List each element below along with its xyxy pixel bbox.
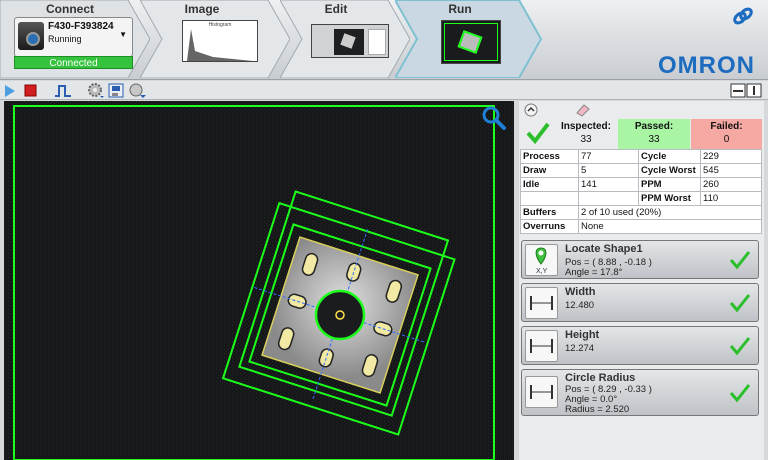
tool-result-line: Radius = 2.520 xyxy=(565,404,630,415)
tool-card-width[interactable]: Width 12.480 xyxy=(521,283,759,322)
edit-thumbnail[interactable] xyxy=(311,24,389,58)
trigger-icon[interactable] xyxy=(53,82,73,99)
stat-label: PPM Worst xyxy=(638,191,701,206)
stat-value: 260 xyxy=(700,177,762,192)
stat-label: PPM xyxy=(638,177,701,192)
results-panel: Inspected: 33 Passed: 33 Failed: 0 Proce… xyxy=(519,101,764,460)
failed-count: Failed: 0 xyxy=(691,119,762,149)
tool-name: Circle Radius xyxy=(565,372,636,384)
eraser-icon[interactable] xyxy=(575,103,591,120)
stat-empty xyxy=(520,191,579,206)
step-image-label: Image xyxy=(184,2,220,16)
stat-value: 141 xyxy=(578,177,639,192)
tool-card-height[interactable]: Height 12.274 xyxy=(521,326,759,365)
magnifier-icon[interactable] xyxy=(482,106,506,133)
tool-card-locate-shape[interactable]: X,Y Locate Shape1 Pos = ( 8.88 , -0.18 )… xyxy=(521,240,759,279)
device-name: F430-F393824 xyxy=(48,21,114,32)
device-state: Running xyxy=(48,34,82,44)
stats-row: PPM Worst 110 xyxy=(520,191,762,206)
stop-icon[interactable] xyxy=(22,82,38,99)
settings-gear-icon[interactable] xyxy=(86,82,106,99)
stat-label: Process xyxy=(520,149,579,164)
timing-stats-table: Process 77 Cycle 229 Draw 5 Cycle Worst … xyxy=(520,149,762,234)
collapse-up-icon[interactable] xyxy=(524,103,538,120)
tool-name: Width xyxy=(565,286,596,298)
display-options-icon[interactable] xyxy=(128,82,148,99)
image-save-icon[interactable] xyxy=(107,82,127,99)
stat-value: 2 of 10 used (20%) xyxy=(578,205,762,220)
tool-result-line: Angle = 17.8° xyxy=(565,267,623,278)
inspected-count: Inspected: 33 xyxy=(560,121,611,145)
stats-row: Process 77 Cycle 229 xyxy=(520,149,762,164)
tool-result-line: 12.480 xyxy=(565,300,595,311)
stat-value: None xyxy=(578,219,762,234)
check-icon xyxy=(728,335,752,360)
step-run[interactable]: Run xyxy=(395,0,545,78)
radius-measure-icon xyxy=(525,376,558,408)
camera-icon xyxy=(18,22,44,50)
circle-radius-region[interactable] xyxy=(314,289,366,341)
device-selector[interactable]: F430-F393824 Running ▼ xyxy=(14,17,133,57)
step-edit[interactable]: Edit xyxy=(280,0,410,78)
link-icon[interactable] xyxy=(732,6,754,29)
run-icon[interactable] xyxy=(3,82,17,99)
stats-row: Buffers 2 of 10 used (20%) xyxy=(520,205,762,220)
stats-row: Draw 5 Cycle Worst 545 xyxy=(520,163,762,178)
tool-name: Height xyxy=(565,329,600,341)
passed-count: Passed: 33 xyxy=(618,119,690,149)
dropdown-arrow-icon[interactable]: ▼ xyxy=(119,30,127,39)
tool-name: Locate Shape1 xyxy=(565,243,643,255)
histogram-graphic xyxy=(187,29,253,61)
step-connect[interactable]: Connect F430-F393824 Running ▼ Connected xyxy=(0,0,150,78)
pass-status-icon xyxy=(519,119,555,149)
height-measure-icon xyxy=(525,330,558,362)
layout-toggle-icon[interactable] xyxy=(730,82,764,99)
connection-status: Connected xyxy=(14,56,133,69)
step-edit-label: Edit xyxy=(324,2,348,16)
stat-label: Overruns xyxy=(520,219,579,234)
stat-label: Draw xyxy=(520,163,579,178)
stat-value: 77 xyxy=(578,149,639,164)
stat-label: Idle xyxy=(520,177,579,192)
locate-pin-icon: X,Y xyxy=(525,244,558,276)
stat-value: 229 xyxy=(700,149,762,164)
check-icon xyxy=(728,249,752,274)
step-connect-label: Connect xyxy=(46,2,94,16)
check-icon xyxy=(728,382,752,407)
stat-label: Buffers xyxy=(520,205,579,220)
stat-empty xyxy=(578,191,639,206)
stats-row: Overruns None xyxy=(520,219,762,234)
step-image[interactable]: Image Histogram xyxy=(140,0,290,78)
svg-text:X,Y: X,Y xyxy=(536,268,548,275)
width-measure-icon xyxy=(525,287,558,319)
stat-label: Cycle xyxy=(638,149,701,164)
run-thumbnail[interactable] xyxy=(441,20,501,64)
run-toolbar xyxy=(0,81,768,100)
inspection-image xyxy=(4,101,514,460)
summary-row: Inspected: 33 Passed: 33 Failed: 0 xyxy=(519,119,762,149)
tool-card-circle-radius[interactable]: Circle Radius Pos = ( 8.29 , -0.33 ) Ang… xyxy=(521,369,759,416)
tool-result-line: 12.274 xyxy=(565,343,595,354)
histogram-thumbnail[interactable]: Histogram xyxy=(182,20,258,62)
brand-logo: OMRON xyxy=(658,52,755,79)
stat-value: 545 xyxy=(700,163,762,178)
stat-label: Cycle Worst xyxy=(638,163,701,178)
stat-value: 5 xyxy=(578,163,639,178)
step-run-label: Run xyxy=(448,2,472,16)
check-icon xyxy=(728,292,752,317)
stat-value: 110 xyxy=(700,191,762,206)
camera-image-view[interactable] xyxy=(4,101,514,460)
workflow-bar: Connect F430-F393824 Running ▼ Connected… xyxy=(0,0,768,80)
stats-row: Idle 141 PPM 260 xyxy=(520,177,762,192)
